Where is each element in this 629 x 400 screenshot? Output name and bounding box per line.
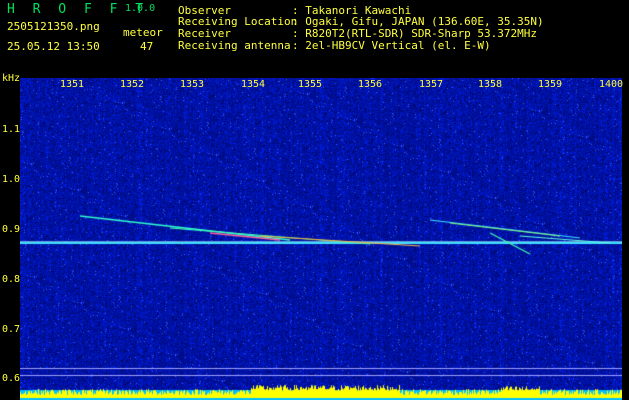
receiver-value: : R820T2(RTL-SDR) SDR-Sharp 53.372MHz xyxy=(292,27,538,40)
capture-datetime: 25.05.12 13:50 xyxy=(7,40,100,53)
y-axis-unit: kHz xyxy=(2,73,21,84)
spectrogram-canvas xyxy=(20,78,622,400)
antenna-value: : 2el-HB9CV Vertical (el. E-W) xyxy=(292,39,491,52)
x-tick-label: 1352 xyxy=(120,79,145,90)
x-tick-label: 1400 xyxy=(599,79,624,90)
y-tick-label: 1.0 xyxy=(2,174,21,185)
meteor-count: 47 xyxy=(140,40,154,53)
x-tick-label: 1351 xyxy=(60,79,85,90)
y-tick-label: 0.7 xyxy=(2,324,21,335)
spectrogram-plot xyxy=(20,78,622,400)
app-version: 1.0.0 xyxy=(125,3,156,14)
y-tick-label: 0.6 xyxy=(2,373,21,384)
meteor-label: meteor xyxy=(123,26,163,39)
y-tick-label: 0.9 xyxy=(2,224,21,235)
x-tick-label: 1357 xyxy=(419,79,444,90)
hrofft-window: H R O F F T 1.0.0 2505121350.png meteor … xyxy=(0,0,629,400)
receiver-label: Receiver xyxy=(178,27,231,40)
location-label: Receiving Location xyxy=(178,15,298,28)
location-value: : Ogaki, Gifu, JAPAN (136.60E, 35.35N) xyxy=(292,15,544,28)
x-tick-label: 1354 xyxy=(241,79,266,90)
y-tick-label: 0.8 xyxy=(2,274,21,285)
x-tick-label: 1356 xyxy=(358,79,383,90)
x-tick-label: 1359 xyxy=(538,79,563,90)
capture-filename: 2505121350.png xyxy=(7,20,100,33)
antenna-label: Receiving antenna xyxy=(178,39,291,52)
y-tick-label: 1.1 xyxy=(2,124,21,135)
x-tick-label: 1353 xyxy=(180,79,205,90)
x-tick-label: 1358 xyxy=(478,79,503,90)
x-tick-label: 1355 xyxy=(298,79,323,90)
